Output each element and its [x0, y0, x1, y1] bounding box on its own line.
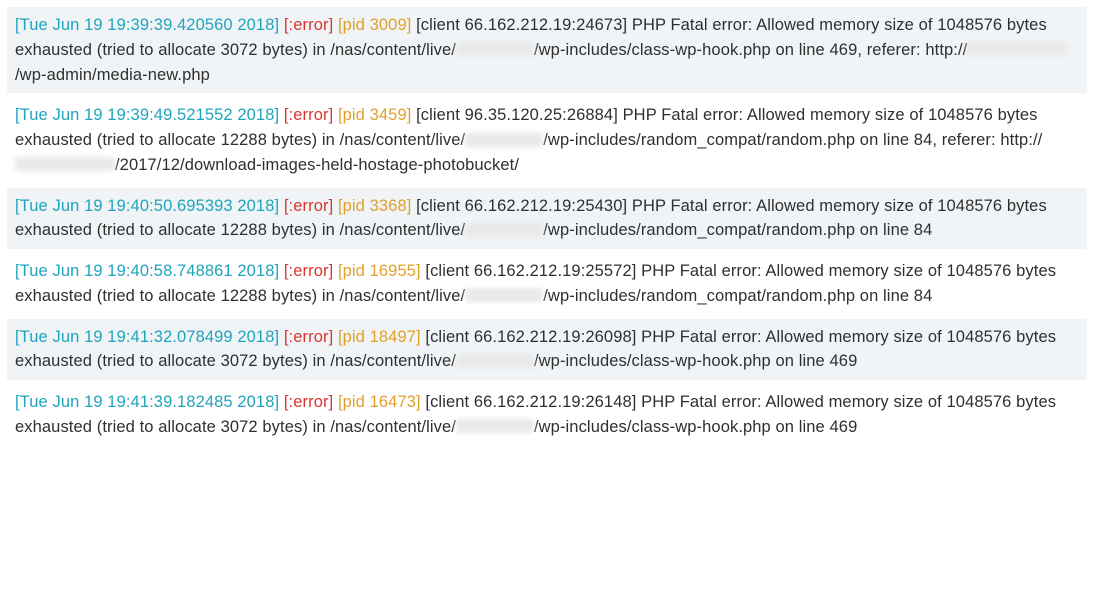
log-entry: [Tue Jun 19 19:39:49.521552 2018] [:erro…	[7, 97, 1087, 183]
log-pid: [pid 16473]	[338, 393, 421, 411]
log-entry: [Tue Jun 19 19:41:32.078499 2018] [:erro…	[7, 319, 1087, 381]
log-list: [Tue Jun 19 19:39:39.420560 2018] [:erro…	[7, 7, 1087, 446]
log-pid: [pid 16955]	[338, 262, 421, 280]
redacted-text: .	[456, 419, 534, 433]
log-client: [client 66.162.212.19:26098]	[425, 328, 636, 346]
redacted-text: .	[967, 42, 1067, 56]
redacted-text: .	[15, 157, 115, 171]
redacted-text: .	[456, 354, 534, 368]
log-client: [client 66.162.212.19:25572]	[425, 262, 636, 280]
log-message-part: /wp-includes/class-wp-hook.php on line 4…	[534, 41, 967, 59]
log-message-part: /2017/12/download-images-held-hostage-ph…	[115, 156, 519, 174]
log-message-part: /wp-includes/random_compat/random.php on…	[543, 131, 1042, 149]
log-level: [:error]	[284, 393, 333, 411]
log-level: [:error]	[284, 106, 333, 124]
log-level: [:error]	[284, 197, 333, 215]
log-pid: [pid 3009]	[338, 16, 411, 34]
log-message-part: /wp-includes/class-wp-hook.php on line 4…	[534, 418, 857, 436]
log-client: [client 66.162.212.19:26148]	[425, 393, 636, 411]
log-pid: [pid 3459]	[338, 106, 411, 124]
log-timestamp: [Tue Jun 19 19:41:32.078499 2018]	[15, 328, 279, 346]
log-message-part: /wp-includes/random_compat/random.php on…	[543, 287, 932, 305]
log-timestamp: [Tue Jun 19 19:40:50.695393 2018]	[15, 197, 279, 215]
log-client: [client 66.162.212.19:24673]	[416, 16, 627, 34]
log-message-part: /wp-includes/random_compat/random.php on…	[543, 221, 932, 239]
log-level: [:error]	[284, 262, 333, 280]
log-timestamp: [Tue Jun 19 19:40:58.748861 2018]	[15, 262, 279, 280]
log-pid: [pid 18497]	[338, 328, 421, 346]
log-entry: [Tue Jun 19 19:41:39.182485 2018] [:erro…	[7, 384, 1087, 446]
log-timestamp: [Tue Jun 19 19:39:49.521552 2018]	[15, 106, 279, 124]
log-level: [:error]	[284, 328, 333, 346]
log-entry: [Tue Jun 19 19:40:58.748861 2018] [:erro…	[7, 253, 1087, 315]
log-client: [client 96.35.120.25:26884]	[416, 106, 618, 124]
log-level: [:error]	[284, 16, 333, 34]
log-message-part: /wp-admin/media-new.php	[15, 66, 210, 84]
log-timestamp: [Tue Jun 19 19:41:39.182485 2018]	[15, 393, 279, 411]
log-entry: [Tue Jun 19 19:39:39.420560 2018] [:erro…	[7, 7, 1087, 93]
log-message-part: /wp-includes/class-wp-hook.php on line 4…	[534, 352, 857, 370]
redacted-text: .	[465, 133, 543, 147]
log-timestamp: [Tue Jun 19 19:39:39.420560 2018]	[15, 16, 279, 34]
log-client: [client 66.162.212.19:25430]	[416, 197, 627, 215]
redacted-text: .	[456, 42, 534, 56]
log-pid: [pid 3368]	[338, 197, 411, 215]
redacted-text: .	[465, 288, 543, 302]
log-entry: [Tue Jun 19 19:40:50.695393 2018] [:erro…	[7, 188, 1087, 250]
redacted-text: .	[465, 223, 543, 237]
